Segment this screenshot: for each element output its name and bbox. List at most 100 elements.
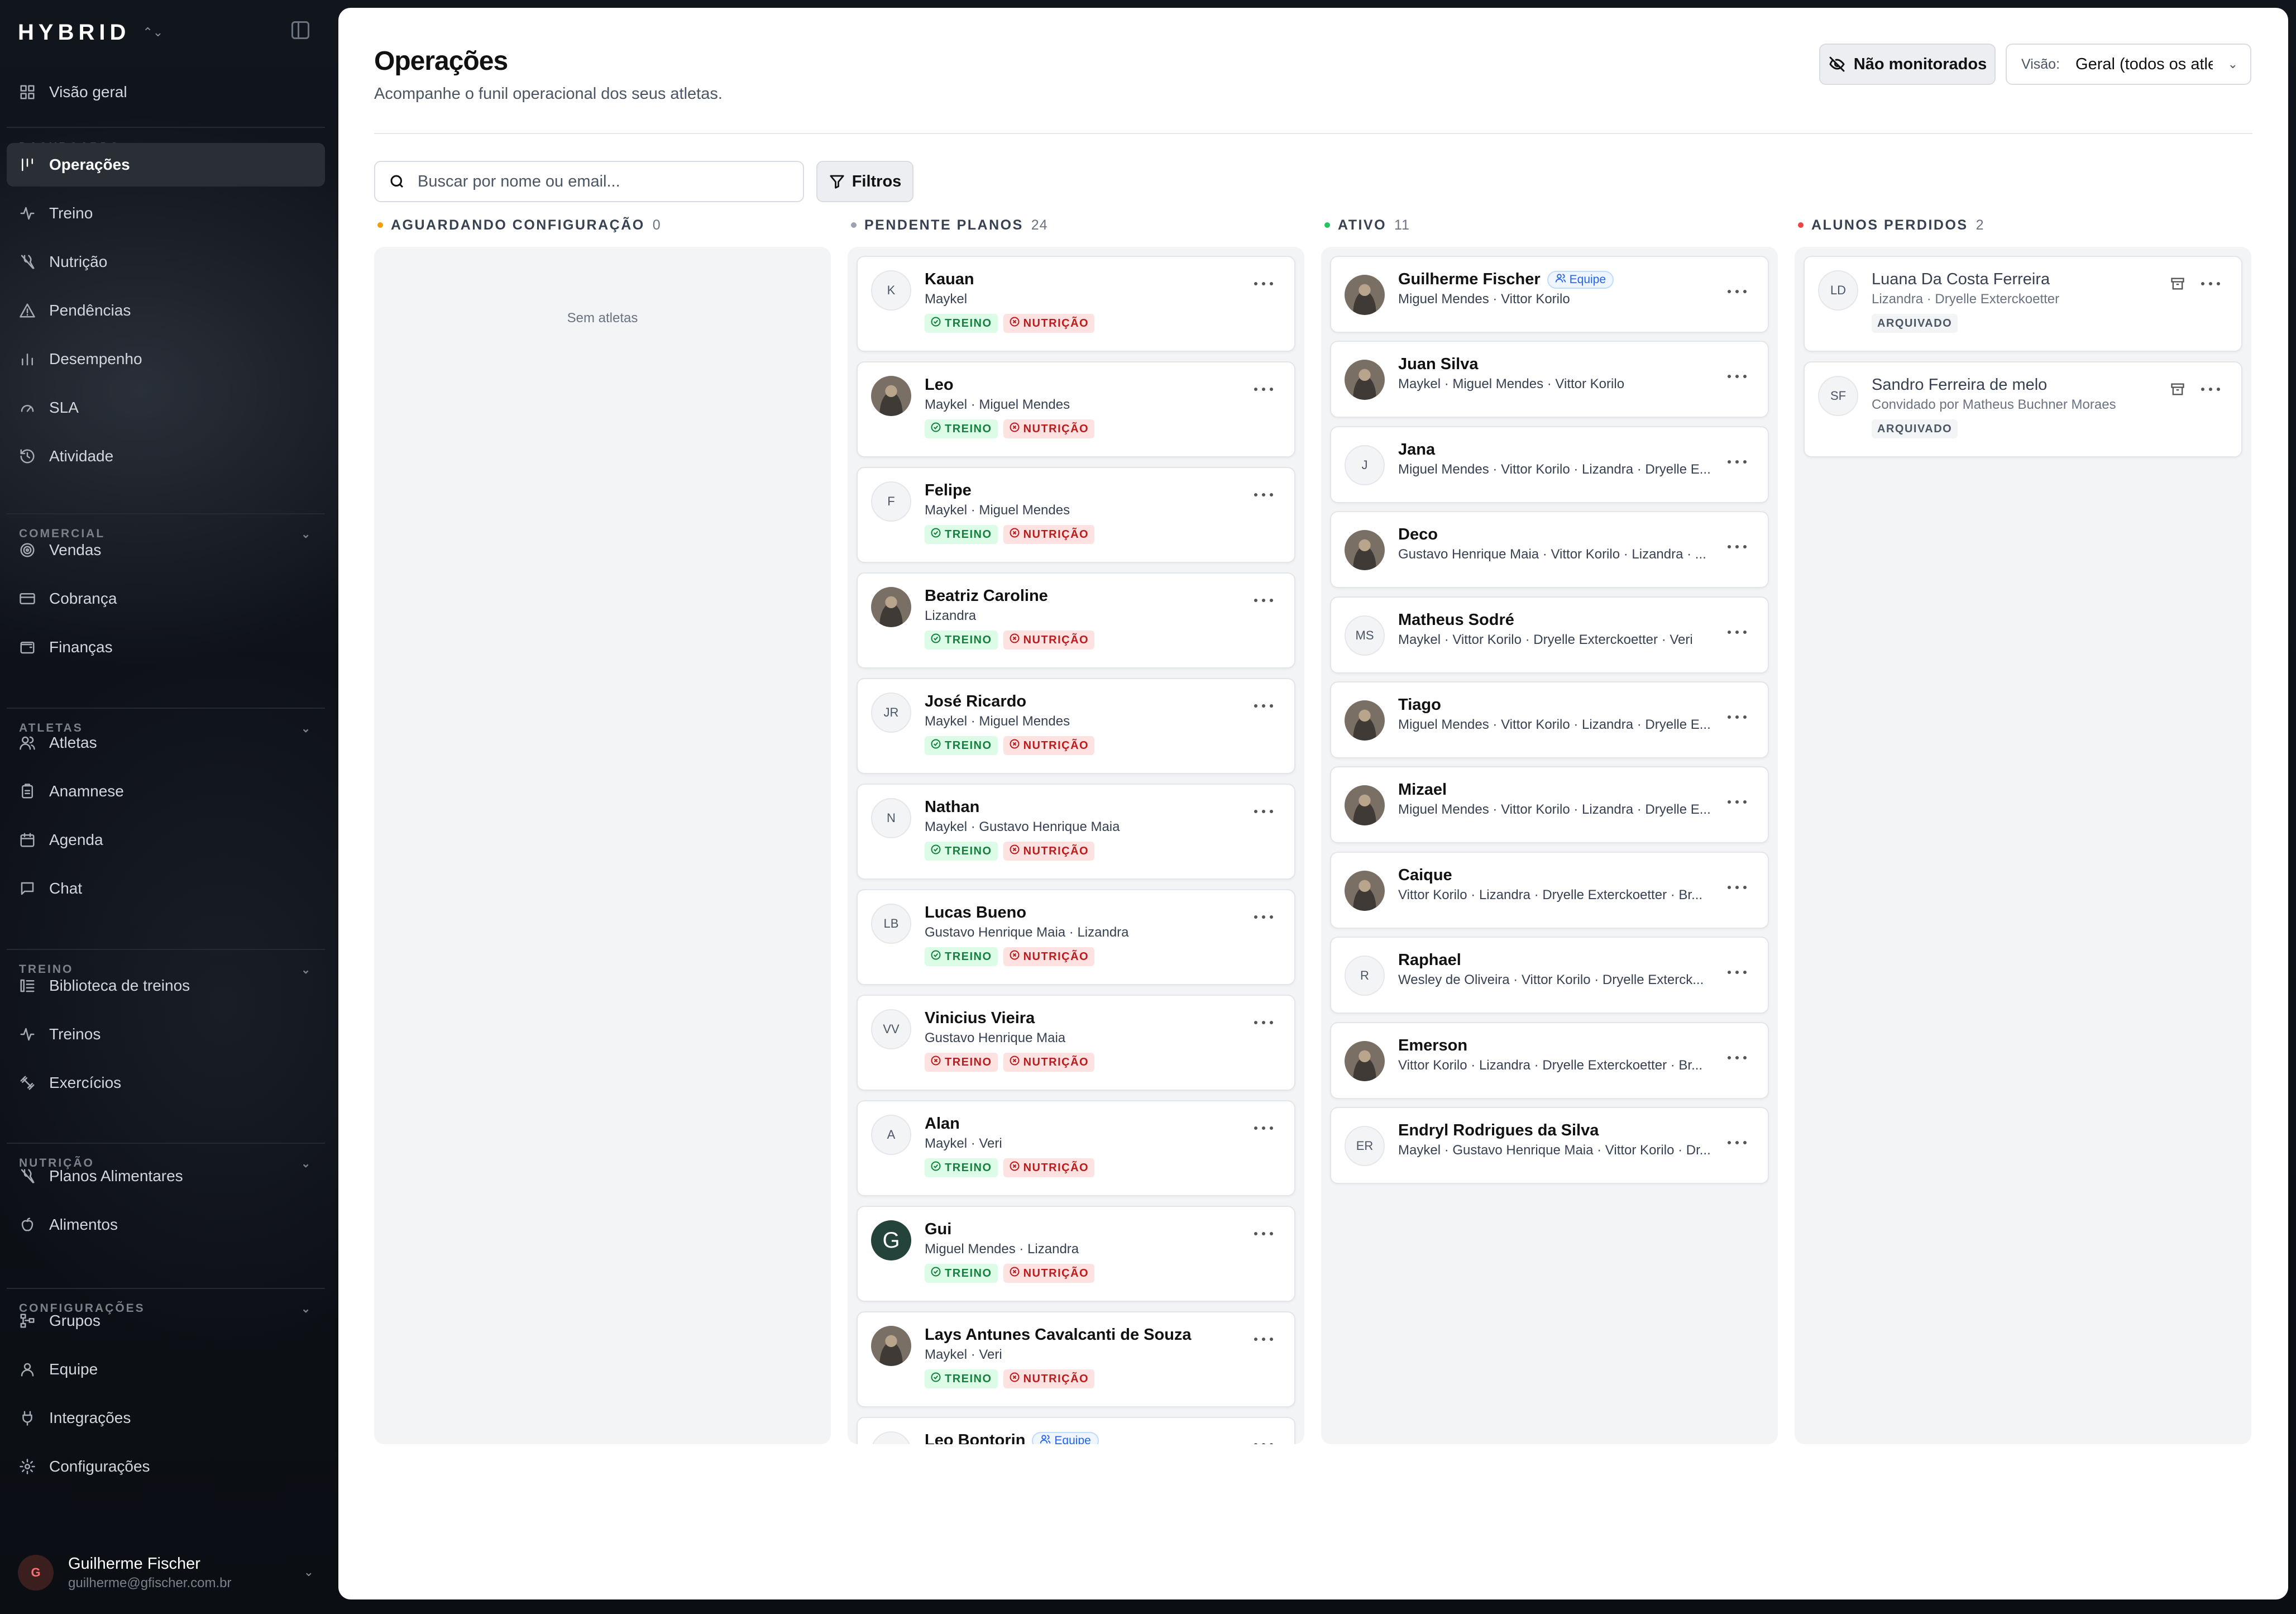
sidebar-item-vendas[interactable]: Vendas <box>7 528 325 572</box>
workspace-switcher-icon[interactable]: ⌃⌄ <box>142 25 163 40</box>
athlete-card[interactable]: Mizael Miguel Mendes · Vittor Korilo · Li… <box>1330 766 1769 844</box>
view-select[interactable]: Visão: Geral (todos os atletas) ⌄ <box>2006 44 2251 85</box>
column-body: LD Luana Da Costa Ferreira Lizandra · Drye… <box>1795 247 2251 1444</box>
more-options-icon[interactable] <box>1728 795 1747 809</box>
more-options-icon[interactable] <box>1728 370 1747 383</box>
filters-button[interactable]: Filtros <box>816 161 913 202</box>
more-options-icon[interactable] <box>2201 277 2220 290</box>
more-options-icon[interactable] <box>1728 1136 1747 1149</box>
sidebar-item-treino[interactable]: Treino <box>7 192 325 235</box>
more-options-icon[interactable] <box>1254 1438 1273 1444</box>
sidebar-item-configura-es[interactable]: Configurações <box>7 1445 325 1488</box>
more-options-icon[interactable] <box>1728 455 1747 469</box>
sidebar-item-integra-es[interactable]: Integrações <box>7 1396 325 1440</box>
archive-icon[interactable] <box>2170 276 2185 292</box>
athlete-coaches: Convidado por Matheus Buchner Moraes <box>1872 397 2116 412</box>
athlete-card[interactable]: Caique Vittor Korilo · Lizandra · Dryelle… <box>1330 851 1769 929</box>
athlete-card[interactable]: JR José Ricardo Maykel · Miguel Mendes TREI… <box>857 678 1295 774</box>
sidebar-item-finan-as[interactable]: Finanças <box>7 625 325 669</box>
user-email: guilherme@gfischer.com.br <box>68 1575 232 1591</box>
unmonitored-button[interactable]: Não monitorados <box>1819 44 1996 85</box>
athlete-card[interactable]: VV Vinicius Vieira Gustavo Henrique Maia TR… <box>857 995 1295 1091</box>
sidebar-item-alimentos[interactable]: Alimentos <box>7 1203 325 1247</box>
athlete-name-text: Sandro Ferreira de melo <box>1872 376 2048 394</box>
athlete-card[interactable]: LD Luana Da Costa Ferreira Lizandra · Drye… <box>1804 256 2242 352</box>
more-options-icon[interactable] <box>1254 1121 1273 1135</box>
more-options-icon[interactable] <box>1728 285 1747 298</box>
sidebar-item-biblioteca-de-treinos[interactable]: Biblioteca de treinos <box>7 964 325 1007</box>
athlete-card[interactable]: J Jana Miguel Mendes · Vittor Korilo · Liz… <box>1330 426 1769 503</box>
avatar: LB <box>871 1431 911 1444</box>
sidebar-item-atividade[interactable]: Atividade <box>7 434 325 478</box>
search-input[interactable] <box>418 172 797 191</box>
athlete-card[interactable]: Leo Maykel · Miguel Mendes TREINO NUTRIÇÃO <box>857 361 1295 457</box>
athlete-card[interactable]: Juan Silva Maykel · Miguel Mendes · Vitto… <box>1330 341 1769 418</box>
avatar: SF <box>1818 376 1858 416</box>
more-options-icon[interactable] <box>1728 966 1747 979</box>
sidebar-item-pend-ncias[interactable]: Pendências <box>7 289 325 332</box>
sidebar-item-equipe[interactable]: Equipe <box>7 1348 325 1391</box>
more-options-icon[interactable] <box>1254 910 1273 924</box>
more-options-icon[interactable] <box>1728 1051 1747 1064</box>
athlete-card[interactable]: F Felipe Maykel · Miguel Mendes TREINO NUTRI… <box>857 467 1295 563</box>
sidebar-item-grupos[interactable]: Grupos <box>7 1299 325 1343</box>
athlete-card[interactable]: R Raphael Wesley de Oliveira · Vittor Kori… <box>1330 937 1769 1014</box>
more-options-icon[interactable] <box>1254 277 1273 290</box>
athlete-card[interactable]: Guilherme Fischer Equipe Miguel Mendes · V… <box>1330 256 1769 333</box>
status-tags: TREINO NUTRIÇÃO <box>925 1158 1095 1177</box>
athlete-name: Matheus Sodré <box>1398 611 1514 629</box>
more-options-icon[interactable] <box>1728 710 1747 724</box>
athlete-card[interactable]: Tiago Miguel Mendes · Vittor Korilo · Liz… <box>1330 681 1769 758</box>
more-options-icon[interactable] <box>1254 594 1273 607</box>
more-options-icon[interactable] <box>2201 383 2220 396</box>
sidebar-toggle-icon[interactable] <box>291 21 309 39</box>
sidebar-item-desempenho[interactable]: Desempenho <box>7 337 325 381</box>
athlete-card[interactable]: N Nathan Maykel · Gustavo Henrique Maia TRE… <box>857 784 1295 880</box>
athlete-card[interactable]: MS Matheus Sodré Maykel · Vittor Korilo · … <box>1330 596 1769 674</box>
athlete-name: Gui <box>925 1220 951 1239</box>
sidebar-item-anamnese[interactable]: Anamnese <box>7 770 325 813</box>
more-options-icon[interactable] <box>1254 699 1273 713</box>
athlete-card[interactable]: G Gui Miguel Mendes · Lizandra TREINO NUTRIÇ… <box>857 1206 1295 1302</box>
sidebar-item-chat[interactable]: Chat <box>7 867 325 910</box>
athlete-card[interactable]: K Kauan Maykel TREINO NUTRIÇÃO <box>857 256 1295 352</box>
more-options-icon[interactable] <box>1254 488 1273 502</box>
athlete-card[interactable]: LB Leo Bontorin Equipe <box>857 1417 1295 1444</box>
more-options-icon[interactable] <box>1728 881 1747 894</box>
user-menu[interactable]: G Guilherme Fischer guilherme@gfischer.com… <box>18 1554 314 1592</box>
athlete-card[interactable]: ER Endryl Rodrigues da Silva Maykel · Gust… <box>1330 1107 1769 1184</box>
sidebar-item-opera-es[interactable]: Operações <box>7 143 325 187</box>
brand[interactable]: HYBRID ⌃⌄ <box>18 19 163 46</box>
sidebar-item-planos-alimentares[interactable]: Planos Alimentares <box>7 1154 325 1198</box>
sidebar-item-treinos[interactable]: Treinos <box>7 1013 325 1056</box>
more-options-icon[interactable] <box>1728 625 1747 639</box>
sidebar-item-cobran-a[interactable]: Cobrança <box>7 577 325 620</box>
athlete-card[interactable]: SF Sandro Ferreira de melo Convidado por M… <box>1804 361 2242 457</box>
more-options-icon[interactable] <box>1254 1016 1273 1029</box>
athlete-name: Alan <box>925 1115 960 1133</box>
sidebar-item-sla[interactable]: SLA <box>7 386 325 429</box>
athlete-coaches: Vittor Korilo · Lizandra · Dryelle Exter… <box>1398 887 1703 902</box>
more-options-icon[interactable] <box>1728 540 1747 553</box>
avatar <box>1345 870 1385 911</box>
athlete-card[interactable]: LB Lucas Bueno Gustavo Henrique Maia · Liz… <box>857 889 1295 985</box>
unmonitored-label: Não monitorados <box>1853 55 1987 73</box>
sidebar-item-nutri-o[interactable]: Nutrição <box>7 240 325 284</box>
athlete-card[interactable]: Emerson Vittor Korilo · Lizandra · Dryell… <box>1330 1021 1769 1099</box>
sidebar-item-vis-o-geral[interactable]: Visão geral <box>7 70 325 114</box>
more-options-icon[interactable] <box>1254 1227 1273 1240</box>
column-count: 2 <box>1975 217 1984 233</box>
more-options-icon[interactable] <box>1254 383 1273 396</box>
athlete-card[interactable]: A Alan Maykel · Veri TREINO NUTRIÇÃO <box>857 1100 1295 1196</box>
more-options-icon[interactable] <box>1254 805 1273 818</box>
more-options-icon[interactable] <box>1254 1333 1273 1346</box>
sidebar-item-exerc-cios[interactable]: Exercícios <box>7 1061 325 1105</box>
athlete-card[interactable]: Lays Antunes Cavalcanti de Souza Maykel ·… <box>857 1311 1295 1407</box>
search-box[interactable] <box>374 161 804 202</box>
sidebar-item-atletas[interactable]: Atletas <box>7 721 325 765</box>
archive-icon[interactable] <box>2170 381 2185 397</box>
athlete-card[interactable]: Deco Gustavo Henrique Maia · Vittor Koril… <box>1330 511 1769 589</box>
athlete-card[interactable]: Beatriz Caroline Lizandra TREINO NUTRIÇÃO <box>857 572 1295 668</box>
nutricao-badge: NUTRIÇÃO <box>1003 1264 1095 1283</box>
sidebar-item-agenda[interactable]: Agenda <box>7 818 325 862</box>
